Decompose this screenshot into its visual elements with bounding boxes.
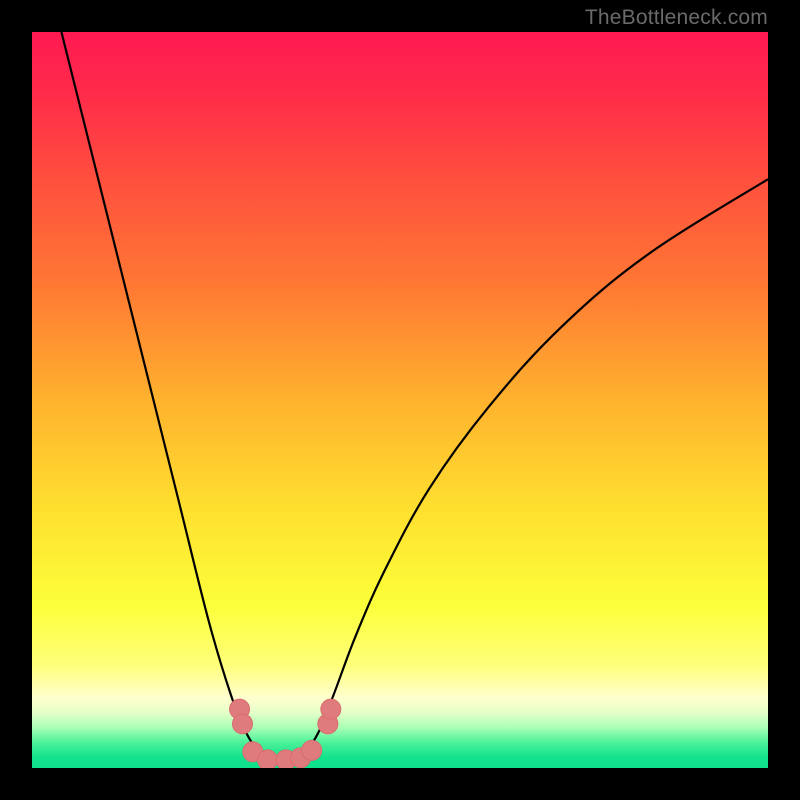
highlight-dot: [321, 699, 341, 719]
gradient-background: [32, 32, 768, 768]
highlight-dot: [232, 714, 252, 734]
plot-area: [32, 32, 768, 768]
outer-frame: TheBottleneck.com: [0, 0, 800, 800]
highlight-dot: [302, 740, 322, 760]
highlight-dot: [258, 750, 278, 768]
watermark-text: TheBottleneck.com: [585, 6, 768, 30]
chart-svg: [32, 32, 768, 768]
